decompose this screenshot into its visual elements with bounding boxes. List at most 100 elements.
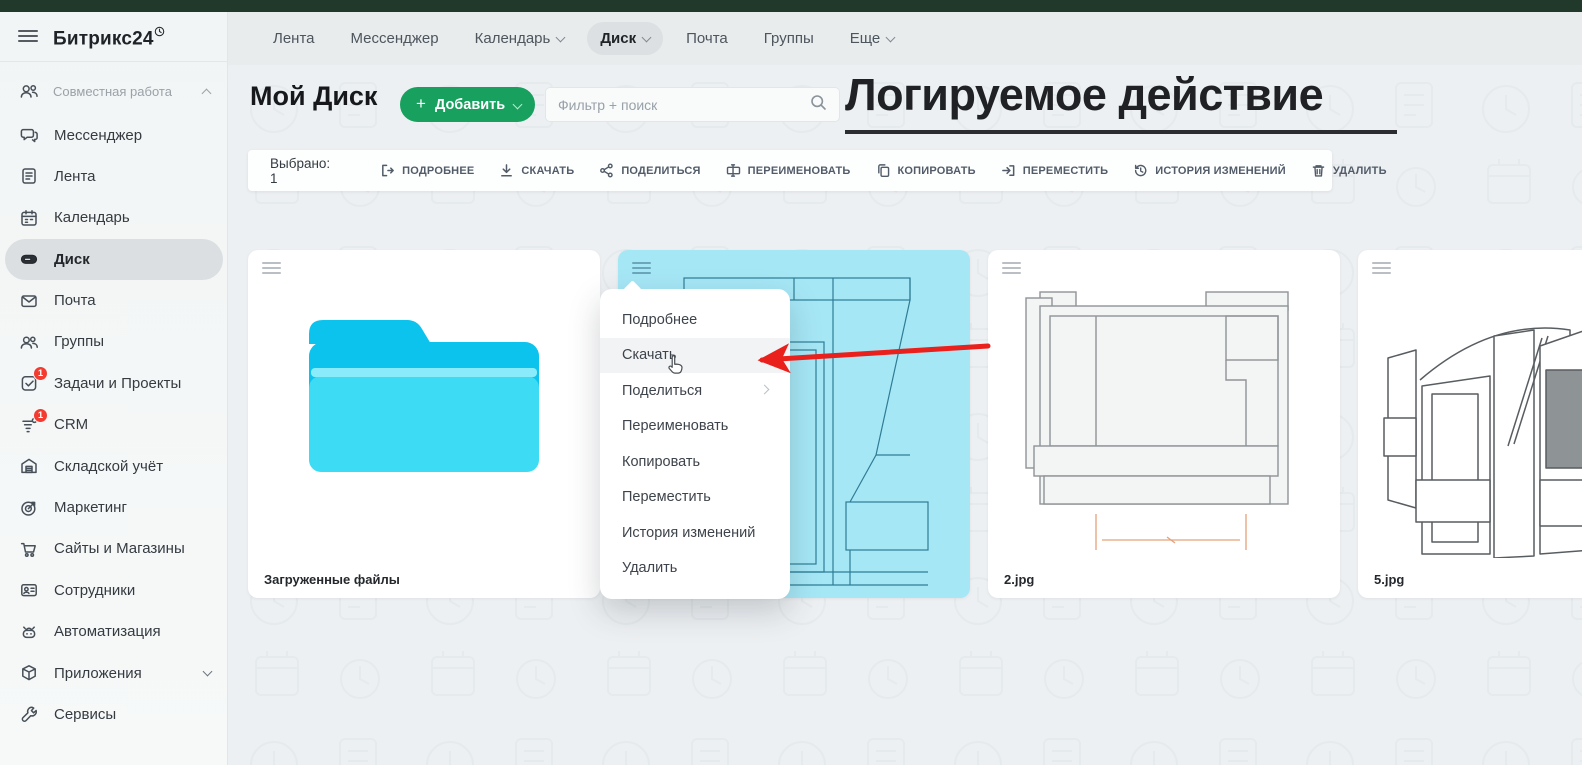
toolbar-button-label: ПОДЕЛИТЬСЯ: [621, 165, 700, 177]
sidebar-item-warehouse[interactable]: Складской учёт: [5, 445, 223, 486]
context-menu-item-download[interactable]: Скачать: [600, 338, 790, 374]
toolbar-download-button[interactable]: СКАЧАТЬ: [499, 163, 574, 178]
topnav-item-more[interactable]: Еще: [837, 22, 908, 55]
sidebar-item-label: Лента: [54, 168, 96, 185]
sidebar-item-apps[interactable]: Приложения: [5, 652, 223, 693]
plus-icon: +: [416, 94, 426, 114]
brand-logo[interactable]: Битрикс24: [53, 26, 165, 50]
toolbar-button-label: КОПИРОВАТЬ: [898, 165, 976, 177]
folder-icon: [299, 308, 549, 483]
details-icon: [380, 163, 395, 178]
topnav-item-calendar[interactable]: Календарь: [462, 22, 578, 55]
toolbar-button-label: СКАЧАТЬ: [521, 165, 574, 177]
share-icon: [599, 163, 614, 178]
context-menu: Подробнее Скачать Поделиться Переименова…: [600, 289, 790, 599]
toolbar-delete-button[interactable]: УДАЛИТЬ: [1311, 163, 1387, 178]
topnav-item-messenger[interactable]: Мессенджер: [338, 22, 452, 55]
automation-icon: [18, 621, 40, 643]
employees-icon: [18, 579, 40, 601]
context-menu-item-rename[interactable]: Переименовать: [600, 409, 790, 445]
toolbar-button-label: ПЕРЕИМЕНОВАТЬ: [748, 165, 851, 177]
search-input[interactable]: [558, 97, 810, 113]
sidebar-item-services[interactable]: Сервисы: [5, 694, 223, 735]
card-label: 5.jpg: [1374, 572, 1404, 587]
sidebar-item-feed[interactable]: Лента: [5, 156, 223, 197]
context-menu-item-delete[interactable]: Удалить: [600, 551, 790, 587]
menu-item-label: Переместить: [622, 489, 711, 505]
toolbar-rename-button[interactable]: ПЕРЕИМЕНОВАТЬ: [726, 163, 851, 178]
copy-icon: [876, 163, 891, 178]
selected-count: Выбрано: 1: [270, 156, 330, 186]
context-menu-item-history[interactable]: История изменений: [600, 515, 790, 551]
toolbar-details-button[interactable]: ПОДРОБНЕЕ: [380, 163, 474, 178]
hamburger-menu-icon[interactable]: [18, 29, 38, 48]
chevron-down-icon[interactable]: [203, 667, 213, 677]
topnav-item-mail[interactable]: Почта: [673, 22, 741, 55]
search-icon[interactable]: [810, 94, 827, 116]
toolbar-button-label: ИСТОРИЯ ИЗМЕНЕНИЙ: [1155, 165, 1286, 177]
context-menu-item-share[interactable]: Поделиться: [600, 373, 790, 409]
filter-search-box[interactable]: [545, 87, 840, 122]
toolbar-share-button[interactable]: ПОДЕЛИТЬСЯ: [599, 163, 700, 178]
main-area: Лента Мессенджер Календарь Диск Почта Гр…: [228, 12, 1582, 765]
sidebar-item-employees[interactable]: Сотрудники: [5, 570, 223, 611]
content-area: Мой Диск + Добавить Логируемое действие …: [228, 65, 1582, 765]
topnav-item-groups[interactable]: Группы: [751, 22, 827, 55]
sidebar-item-sites[interactable]: Сайты и Магазины: [5, 528, 223, 569]
chevron-down-icon: [513, 99, 523, 109]
sidebar-header: Битрикс24: [0, 12, 228, 61]
toolbar-move-button[interactable]: ПЕРЕМЕСТИТЬ: [1001, 163, 1109, 178]
sidebar-item-crm[interactable]: 1 CRM: [5, 404, 223, 445]
menu-item-label: Переименовать: [622, 418, 728, 434]
card-label: Загруженные файлы: [264, 572, 400, 587]
context-menu-item-move[interactable]: Переместить: [600, 480, 790, 516]
sidebar-item-label: Сайты и Магазины: [54, 540, 185, 557]
sidebar-item-messenger[interactable]: Мессенджер: [5, 114, 223, 155]
sidebar-item-marketing[interactable]: Маркетинг: [5, 487, 223, 528]
image-thumbnail: [988, 258, 1340, 558]
image-thumbnail: [1358, 258, 1582, 558]
clock-badge-icon: [154, 29, 165, 40]
mail-icon: [18, 290, 40, 312]
file-card-5jpg[interactable]: 5.jpg: [1358, 250, 1582, 598]
delete-icon: [1311, 163, 1326, 178]
apps-icon: [18, 662, 40, 684]
page-title: Мой Диск: [250, 81, 377, 112]
add-button-label: Добавить: [435, 97, 505, 113]
nav-label: Группы: [764, 30, 814, 47]
sidebar-item-label: Диск: [54, 251, 90, 268]
nav-label: Почта: [686, 30, 728, 47]
context-menu-item-details[interactable]: Подробнее: [600, 302, 790, 338]
collaboration-icon: [18, 80, 40, 102]
toolbar-button-label: ПЕРЕМЕСТИТЬ: [1023, 165, 1109, 177]
toolbar-history-button[interactable]: ИСТОРИЯ ИЗМЕНЕНИЙ: [1133, 163, 1286, 178]
menu-item-label: Поделиться: [622, 383, 702, 399]
sidebar-item-label: Приложения: [54, 665, 142, 682]
sidebar-item-label: Мессенджер: [54, 127, 142, 144]
messenger-icon: [18, 124, 40, 146]
chevron-down-icon: [642, 32, 652, 42]
menu-item-label: История изменений: [622, 525, 755, 541]
brand-logo-text: Битрикс24: [53, 28, 154, 49]
chevron-down-icon: [886, 32, 896, 42]
sidebar-item-mail[interactable]: Почта: [5, 280, 223, 321]
file-card-2jpg[interactable]: 2.jpg: [988, 250, 1340, 598]
file-grid: Загруженные файлы: [248, 250, 1582, 598]
sidebar-section-collaboration[interactable]: Совместная работа: [0, 70, 228, 114]
folder-card-uploaded-files[interactable]: Загруженные файлы: [248, 250, 600, 598]
sidebar-item-tasks[interactable]: 1 Задачи и Проекты: [5, 363, 223, 404]
topnav-item-disk[interactable]: Диск: [587, 22, 663, 55]
sidebar-item-automation[interactable]: Автоматизация: [5, 611, 223, 652]
toolbar-button-label: ПОДРОБНЕЕ: [402, 165, 474, 177]
toolbar-copy-button[interactable]: КОПИРОВАТЬ: [876, 163, 976, 178]
topnav-item-feed[interactable]: Лента: [260, 22, 328, 55]
notification-badge: 1: [33, 366, 48, 381]
sidebar-item-calendar[interactable]: Календарь: [5, 197, 223, 238]
sidebar-item-disk[interactable]: Диск: [5, 239, 223, 280]
sites-icon: [18, 538, 40, 560]
card-menu-icon[interactable]: [262, 262, 281, 275]
context-menu-item-copy[interactable]: Копировать: [600, 444, 790, 480]
sidebar-item-groups[interactable]: Группы: [5, 321, 223, 362]
add-button[interactable]: + Добавить: [400, 87, 535, 122]
chevron-up-icon[interactable]: [202, 88, 212, 98]
